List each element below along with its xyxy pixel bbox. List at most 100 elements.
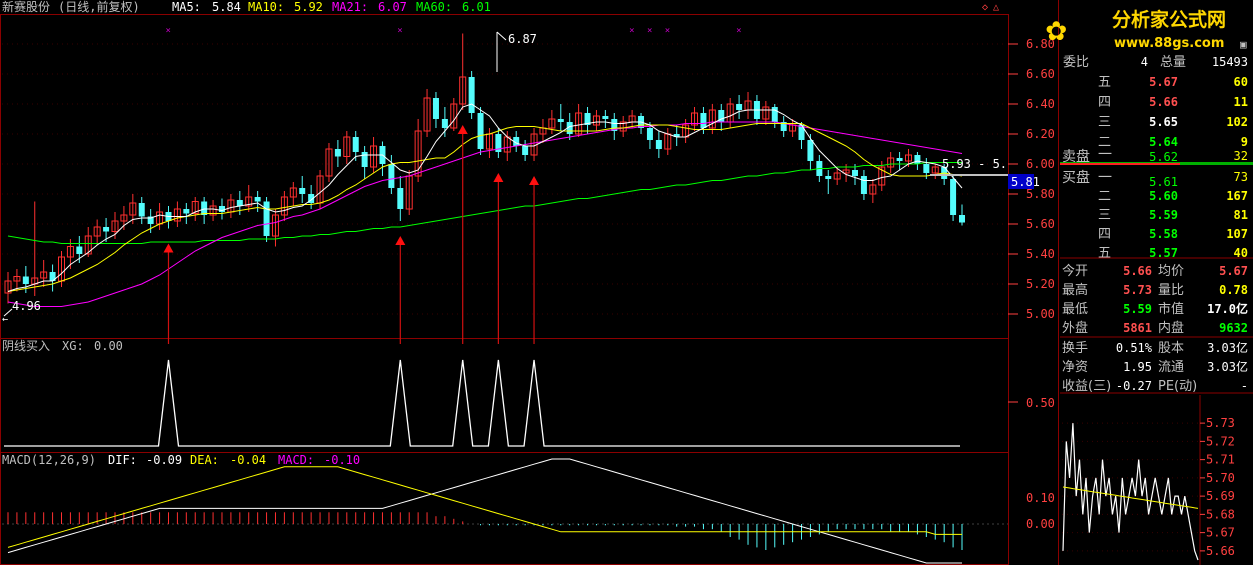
sell-price-big: 5.62 (1149, 150, 1178, 164)
diamond-icon[interactable]: ◇ (982, 2, 988, 13)
bid-volume: 167 (1226, 189, 1248, 203)
candle-body-down (22, 276, 29, 284)
price-axis-label: 6.00 (1026, 157, 1055, 171)
candle-body-down (852, 170, 859, 176)
bid-volume: 81 (1234, 208, 1248, 222)
candle-body-down (103, 227, 110, 232)
ask-price: 5.66 (1149, 95, 1178, 109)
stat-label: 换手 (1062, 341, 1088, 356)
high-price-annotation: 6.87 (508, 32, 537, 46)
candle-body-down (397, 188, 404, 209)
moving-average-lines (7, 103, 963, 307)
candle-body-down (807, 140, 814, 161)
price-axis-label: 5.40 (1026, 247, 1055, 261)
spark-tick-label: 5.72 (1206, 434, 1235, 448)
candle-body-down (771, 107, 778, 122)
signal-arrows (163, 125, 540, 344)
candle-body-down (76, 246, 83, 254)
bid-level: 三 (1098, 208, 1111, 223)
macd-dea-label: DEA: (190, 453, 219, 467)
stat-value: 5861 (1123, 321, 1152, 335)
candle-body-down (736, 104, 743, 110)
macd-label: MACD: (278, 453, 314, 467)
stat-label: 股本 (1158, 341, 1184, 356)
x-marker: × (736, 26, 741, 36)
ma5-value: 5.84 (212, 0, 241, 14)
candle-body-down (896, 158, 903, 161)
stat-label: 最低 (1062, 302, 1088, 317)
price-axis-label: 5.80 (1026, 187, 1055, 201)
stat-value: -0.27 (1116, 379, 1152, 393)
candle-body-down (201, 201, 208, 215)
candle-body-down (352, 137, 359, 152)
price-axis-label: 6.40 (1026, 97, 1055, 111)
ask-level: 三 (1098, 115, 1111, 130)
candle-body-down (557, 119, 564, 122)
macd-axis-hi: 0.10 (1026, 491, 1055, 505)
ma10-line (7, 123, 963, 292)
chart-mode: (日线,前复权) (58, 0, 140, 14)
stat-label: 今开 (1062, 263, 1088, 279)
macd-dif-value: -0.09 (146, 453, 182, 467)
macd-dif-label: DIF: (108, 453, 137, 467)
bid-price: 5.58 (1149, 227, 1178, 241)
stat-value: 3.03亿 (1207, 340, 1248, 355)
order-book: 五 5.67 60四 5.66 11三 5.65 102二 5.64 9二 5.60 167三 5.5… (1060, 75, 1253, 261)
stat-label: 收益(三) (1062, 379, 1111, 394)
logo-text: 分析家公式网 (1112, 8, 1226, 31)
candle-body-down (361, 152, 368, 167)
ma21-label: MA21: (332, 0, 368, 14)
spark-tick-label: 5.69 (1206, 489, 1235, 503)
signal-arrowhead (395, 236, 406, 245)
stat-label: 净资 (1062, 360, 1088, 375)
window-icon[interactable]: ▣ (1240, 38, 1247, 51)
spark-tick-label: 5.67 (1206, 526, 1235, 540)
bid-level: 五 (1098, 246, 1111, 261)
stat-value: 5.67 (1219, 264, 1248, 278)
indicator-axis-label: 0.50 (1026, 396, 1055, 410)
bid-price: 5.59 (1149, 208, 1178, 222)
price-axis-label: 6.60 (1026, 67, 1055, 81)
stock-chart-window: 新赛股份 (日线,前复权) MA5: 5.84 MA10: 5.92 MA21:… (0, 0, 1253, 565)
macd-histogram (2, 512, 1008, 550)
stat-value: 3.03亿 (1207, 359, 1248, 374)
total-volume-value: 15493 (1212, 55, 1248, 69)
order-ratio-value: 4 (1141, 55, 1148, 69)
high-marker-hook (496, 31, 507, 41)
candle-body-down (825, 176, 832, 179)
bid-level: 二 (1098, 189, 1111, 204)
quote-stats: 今开 5.66 均价 5.67 最高 5.73 量比 0.78 最低 5.59 市值 17.0亿外盘 5… (1060, 263, 1253, 394)
price-axis-label: 5.60 (1026, 217, 1055, 231)
sell-level-one: 一 (1098, 147, 1112, 163)
candle-body-down (522, 146, 529, 155)
logo-url: www.88gs.com (1114, 36, 1224, 51)
ask-price: 5.65 (1149, 115, 1178, 129)
candle-body-down (602, 116, 609, 119)
spark-tick-label: 5.68 (1206, 507, 1235, 521)
spark-price-line (1062, 423, 1199, 561)
order-ratio-label: 委比 (1063, 55, 1089, 70)
candle-body-down (236, 200, 243, 206)
price-axis-label: 5.20 (1026, 277, 1055, 291)
left-arrow-icon: ← (2, 314, 8, 325)
stat-value: 5.66 (1123, 264, 1152, 278)
candle-body-down (254, 197, 261, 202)
stat-value: 0.78 (1219, 283, 1248, 297)
total-volume-label: 总量 (1160, 55, 1186, 70)
tick-sparkline: 5.73 5.72 5.71 5.70 5.69 5.68 5.67 5.66 (1062, 395, 1235, 565)
candle-body-down (218, 206, 225, 212)
indicator-xg-label: XG: (62, 339, 84, 353)
ma10-value: 5.92 (294, 0, 323, 14)
ask-price: 5.67 (1149, 75, 1178, 89)
candle-body-down (655, 140, 662, 149)
stat-label: 内盘 (1158, 320, 1184, 336)
candle-body-down (477, 113, 484, 149)
candle-body-down (183, 209, 190, 214)
spark-tick-label: 5.66 (1206, 544, 1235, 558)
stat-label: 市值 (1158, 301, 1184, 317)
spark-tick-label: 5.73 (1206, 416, 1235, 430)
top-markers: × × × × × × (165, 26, 741, 36)
stat-label: 外盘 (1062, 320, 1088, 336)
ask-volume: 9 (1241, 135, 1248, 149)
up-arrow-icon[interactable]: △ (993, 2, 999, 13)
